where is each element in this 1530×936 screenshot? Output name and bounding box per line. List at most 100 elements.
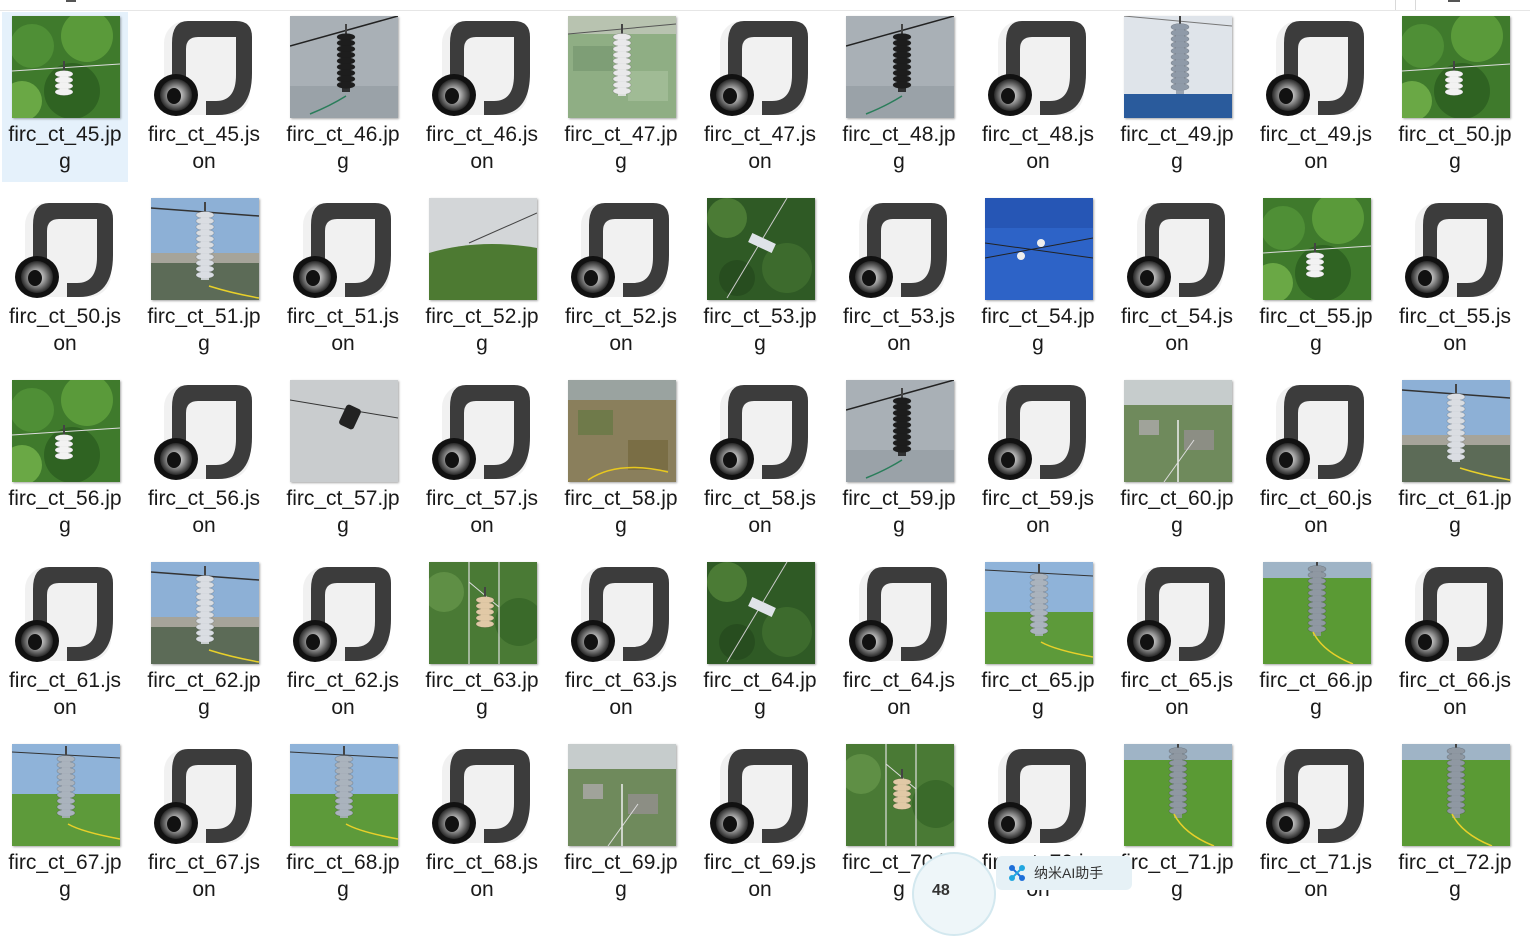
file-thumbnail[interactable]: [706, 561, 816, 665]
json-file-item[interactable]: firc_ct_64.json: [836, 558, 962, 728]
file-thumbnail[interactable]: [1401, 561, 1511, 665]
file-thumbnail[interactable]: [1123, 379, 1233, 483]
file-thumbnail[interactable]: [289, 743, 399, 847]
file-thumbnail[interactable]: [289, 379, 399, 483]
image-file-item[interactable]: firc_ct_47.jpg: [558, 12, 684, 182]
image-file-item[interactable]: firc_ct_57.jpg: [280, 376, 406, 546]
json-file-item[interactable]: firc_ct_46.json: [419, 12, 545, 182]
file-thumbnail[interactable]: [428, 15, 538, 119]
file-thumbnail[interactable]: [706, 15, 816, 119]
json-file-item[interactable]: firc_ct_57.json: [419, 376, 545, 546]
json-file-item[interactable]: firc_ct_69.json: [697, 740, 823, 910]
file-thumbnail[interactable]: [845, 561, 955, 665]
file-thumbnail[interactable]: [1123, 743, 1233, 847]
file-thumbnail[interactable]: [706, 379, 816, 483]
image-file-item[interactable]: firc_ct_51.jpg: [141, 194, 267, 364]
json-file-item[interactable]: firc_ct_65.json: [1114, 558, 1240, 728]
file-thumbnail[interactable]: [845, 379, 955, 483]
file-thumbnail[interactable]: [1401, 197, 1511, 301]
file-thumbnail[interactable]: [1262, 197, 1372, 301]
file-thumbnail[interactable]: [845, 743, 955, 847]
json-file-item[interactable]: firc_ct_60.json: [1253, 376, 1379, 546]
json-file-item[interactable]: firc_ct_58.json: [697, 376, 823, 546]
image-file-item[interactable]: firc_ct_65.jpg: [975, 558, 1101, 728]
image-file-item[interactable]: firc_ct_50.jpg: [1392, 12, 1518, 182]
json-file-item[interactable]: firc_ct_55.json: [1392, 194, 1518, 364]
image-file-item[interactable]: firc_ct_53.jpg: [697, 194, 823, 364]
json-file-item[interactable]: firc_ct_49.json: [1253, 12, 1379, 182]
json-file-item[interactable]: firc_ct_59.json: [975, 376, 1101, 546]
file-thumbnail[interactable]: [1401, 743, 1511, 847]
file-thumbnail[interactable]: [289, 15, 399, 119]
ai-assistant-widget[interactable]: 48 纳米AI助手: [912, 852, 1134, 936]
json-file-item[interactable]: firc_ct_54.json: [1114, 194, 1240, 364]
json-file-item[interactable]: firc_ct_62.json: [280, 558, 406, 728]
file-thumbnail[interactable]: [428, 379, 538, 483]
file-thumbnail[interactable]: [1262, 15, 1372, 119]
file-thumbnail[interactable]: [150, 379, 260, 483]
image-file-item[interactable]: firc_ct_46.jpg: [280, 12, 406, 182]
image-file-item[interactable]: firc_ct_49.jpg: [1114, 12, 1240, 182]
file-thumbnail[interactable]: [706, 197, 816, 301]
image-file-item[interactable]: firc_ct_54.jpg: [975, 194, 1101, 364]
image-file-item[interactable]: firc_ct_62.jpg: [141, 558, 267, 728]
image-file-item[interactable]: firc_ct_58.jpg: [558, 376, 684, 546]
file-thumbnail[interactable]: [150, 197, 260, 301]
json-file-item[interactable]: firc_ct_48.json: [975, 12, 1101, 182]
json-file-item[interactable]: firc_ct_63.json: [558, 558, 684, 728]
image-file-item[interactable]: firc_ct_59.jpg: [836, 376, 962, 546]
image-file-item[interactable]: firc_ct_55.jpg: [1253, 194, 1379, 364]
file-thumbnail[interactable]: [1262, 561, 1372, 665]
assistant-bubble[interactable]: [912, 852, 996, 936]
json-file-item[interactable]: firc_ct_71.json: [1253, 740, 1379, 910]
image-file-item[interactable]: firc_ct_66.jpg: [1253, 558, 1379, 728]
image-file-item[interactable]: firc_ct_63.jpg: [419, 558, 545, 728]
file-thumbnail[interactable]: [289, 561, 399, 665]
json-file-item[interactable]: firc_ct_67.json: [141, 740, 267, 910]
file-thumbnail[interactable]: [984, 743, 1094, 847]
file-thumbnail[interactable]: [150, 561, 260, 665]
json-file-item[interactable]: firc_ct_61.json: [2, 558, 128, 728]
json-file-item[interactable]: firc_ct_53.json: [836, 194, 962, 364]
file-thumbnail[interactable]: [984, 561, 1094, 665]
file-thumbnail[interactable]: [1401, 379, 1511, 483]
file-thumbnail[interactable]: [567, 379, 677, 483]
json-file-item[interactable]: firc_ct_50.json: [2, 194, 128, 364]
json-file-item[interactable]: firc_ct_51.json: [280, 194, 406, 364]
image-file-item[interactable]: firc_ct_67.jpg: [2, 740, 128, 910]
file-thumbnail[interactable]: [1401, 15, 1511, 119]
file-thumbnail[interactable]: [150, 15, 260, 119]
file-thumbnail[interactable]: [1123, 561, 1233, 665]
image-file-item[interactable]: firc_ct_69.jpg: [558, 740, 684, 910]
json-file-item[interactable]: firc_ct_56.json: [141, 376, 267, 546]
file-thumbnail[interactable]: [150, 743, 260, 847]
file-thumbnail[interactable]: [984, 15, 1094, 119]
json-file-item[interactable]: firc_ct_52.json: [558, 194, 684, 364]
image-file-item[interactable]: firc_ct_48.jpg: [836, 12, 962, 182]
file-thumbnail[interactable]: [706, 743, 816, 847]
image-file-item[interactable]: firc_ct_52.jpg: [419, 194, 545, 364]
image-file-item[interactable]: firc_ct_56.jpg: [2, 376, 128, 546]
file-thumbnail[interactable]: [11, 15, 121, 119]
file-thumbnail[interactable]: [567, 743, 677, 847]
file-thumbnail[interactable]: [1262, 379, 1372, 483]
file-thumbnail[interactable]: [1123, 197, 1233, 301]
file-thumbnail[interactable]: [428, 743, 538, 847]
image-file-item[interactable]: firc_ct_64.jpg: [697, 558, 823, 728]
image-file-item[interactable]: firc_ct_68.jpg: [280, 740, 406, 910]
file-thumbnail[interactable]: [984, 197, 1094, 301]
file-thumbnail[interactable]: [567, 561, 677, 665]
file-thumbnail[interactable]: [289, 197, 399, 301]
image-file-item[interactable]: firc_ct_61.jpg: [1392, 376, 1518, 546]
file-thumbnail[interactable]: [567, 197, 677, 301]
json-file-item[interactable]: firc_ct_68.json: [419, 740, 545, 910]
file-thumbnail[interactable]: [11, 561, 121, 665]
json-file-item[interactable]: firc_ct_47.json: [697, 12, 823, 182]
file-thumbnail[interactable]: [567, 15, 677, 119]
file-thumbnail[interactable]: [11, 743, 121, 847]
file-thumbnail[interactable]: [845, 15, 955, 119]
file-thumbnail[interactable]: [11, 197, 121, 301]
file-thumbnail[interactable]: [11, 379, 121, 483]
file-thumbnail[interactable]: [1123, 15, 1233, 119]
image-file-item[interactable]: firc_ct_60.jpg: [1114, 376, 1240, 546]
